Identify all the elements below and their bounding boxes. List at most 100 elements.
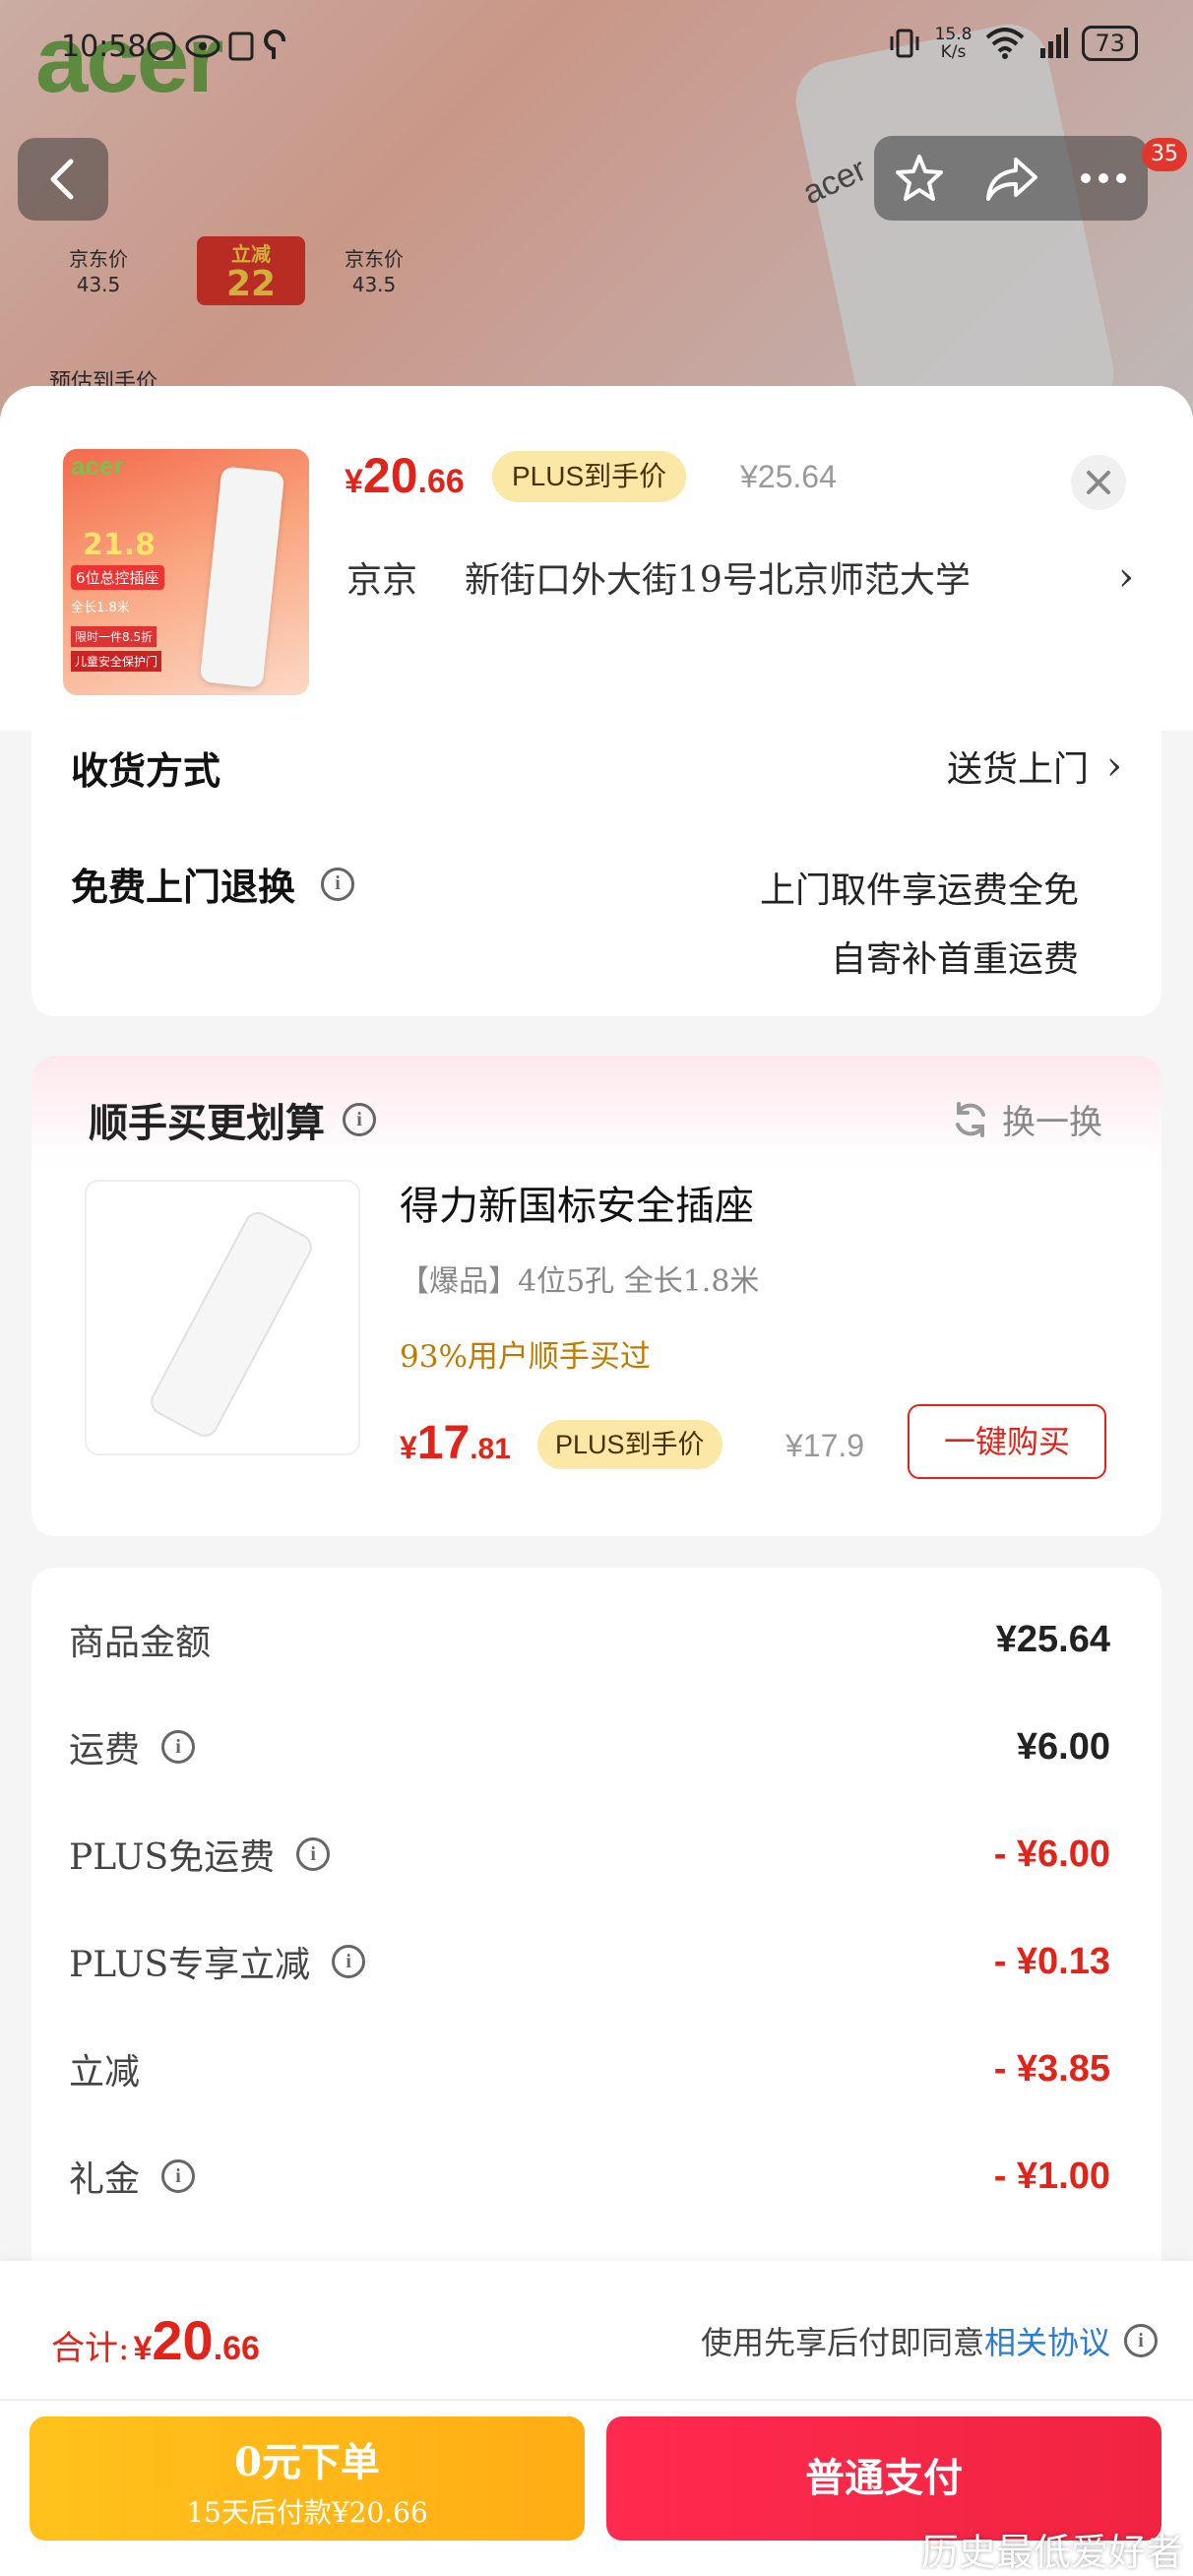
- agreement-link[interactable]: 相关协议: [984, 2324, 1110, 2361]
- rec-price-decimal: .81: [470, 1433, 511, 1465]
- total-currency: ¥: [133, 2330, 153, 2367]
- notification-icons: [147, 30, 286, 61]
- fee-row-plus-discount: PLUS专享立减 i - ¥0.13: [69, 1927, 1110, 1996]
- fee-label-text: 礼金: [69, 2159, 141, 2200]
- free-return-value-1: 上门取件享运费全免: [759, 870, 1079, 911]
- back-button[interactable]: [18, 138, 108, 221]
- fee-label-text: 商品金额: [69, 1623, 212, 1663]
- recommend-product-name[interactable]: 得力新国标安全插座: [400, 1174, 754, 1231]
- recommend-buyers-rate: 93%用户顺手买过: [400, 1339, 651, 1375]
- price-currency: ¥: [345, 463, 363, 500]
- delivery-method-selector[interactable]: 送货上门 ›: [947, 741, 1122, 792]
- swap-button[interactable]: 换一换: [951, 1095, 1102, 1143]
- pay-later-title: 0元下单: [234, 2439, 380, 2485]
- total-decimal: .66: [213, 2330, 260, 2367]
- chevron-right-icon: ›: [1106, 743, 1122, 789]
- price-integer: 20: [362, 448, 418, 503]
- info-icon[interactable]: i: [296, 1837, 331, 1871]
- fee-row-goods-amount: 商品金额 ¥25.64: [69, 1605, 1110, 1674]
- fee-label-text: PLUS免运费: [69, 1837, 276, 1878]
- fee-value: - ¥6.00: [993, 1833, 1110, 1875]
- swap-label: 换一换: [1002, 1103, 1102, 1142]
- recommend-price: ¥17.81: [400, 1416, 511, 1470]
- pay-later-button[interactable]: 0元下单 15天后付款¥20.66: [30, 2416, 585, 2541]
- product-price: ¥20.66: [345, 447, 465, 504]
- fee-row-instant-discount: 立减 - ¥3.85: [69, 2034, 1110, 2103]
- network-speed-unit: K/s: [940, 42, 967, 62]
- free-return-label: 免费上门退换: [71, 865, 296, 909]
- rec-power-strip: [146, 1207, 317, 1442]
- address-selector[interactable]: 京京 新街口外大街19号北京师范大学 ›: [346, 551, 1134, 603]
- refresh-icon: [956, 1101, 985, 1137]
- status-app-icons: [146, 30, 293, 70]
- fee-label: 运费 i: [69, 1721, 196, 1772]
- receiver-name: 京京: [346, 560, 418, 601]
- fee-row-plus-free-shipping: PLUS免运费 i - ¥6.00: [69, 1820, 1110, 1889]
- close-icon: [1087, 471, 1110, 494]
- rec-plus-price-tag: PLUS到手价: [537, 1420, 722, 1469]
- message-badge: 35: [1142, 138, 1187, 171]
- free-return-value-2: 自寄补首重运费: [830, 939, 1079, 980]
- fee-label: PLUS免运费 i: [69, 1829, 331, 1880]
- one-click-buy-button[interactable]: 一键购买: [908, 1404, 1106, 1479]
- rec-original-price: ¥17.9: [785, 1428, 865, 1463]
- fee-label: 立减: [69, 2043, 140, 2094]
- info-icon[interactable]: i: [332, 1945, 366, 1978]
- total-integer: 20: [152, 2309, 214, 2371]
- sheet-header: acer 21.8 6位总控插座 全长1.8米 限时一件8.5折 儿童安全保护门…: [0, 386, 1193, 731]
- recommend-title: 顺手买更划算: [89, 1101, 325, 1146]
- thumb-brand: acer: [71, 451, 124, 481]
- fee-label-text: 立减: [69, 2052, 141, 2093]
- wifi-icon: [986, 28, 1025, 59]
- delivery-method-value: 送货上门: [946, 749, 1089, 790]
- share-icon[interactable]: [984, 154, 1039, 203]
- fee-label: 商品金额: [69, 1614, 211, 1665]
- pay-later-subtitle: 15天后付款¥20.66: [186, 2496, 428, 2529]
- thumb-line4: 儿童安全保护门: [71, 651, 162, 672]
- status-time: 10:58: [61, 30, 147, 64]
- delivery-method-label: 收货方式: [71, 748, 221, 793]
- info-icon[interactable]: i: [161, 1730, 196, 1764]
- recommend-product-image[interactable]: [85, 1180, 360, 1455]
- recommend-product-spec: 【爆品】4位5孔 全长1.8米: [400, 1264, 760, 1299]
- watermark: 历史最低爱好者: [920, 2531, 1183, 2574]
- vibrate-icon: [890, 29, 919, 58]
- plus-price-tag: PLUS到手价: [492, 451, 687, 502]
- fee-row-shipping: 运费 i ¥6.00: [69, 1712, 1110, 1781]
- rec-price-currency: ¥: [400, 1430, 417, 1465]
- total-amount: 合计: ¥20.66: [51, 2308, 260, 2372]
- fee-label-text: PLUS专享立减: [69, 1945, 311, 1985]
- top-actions: [874, 136, 1148, 221]
- product-thumbnail: acer 21.8 6位总控插座 全长1.8米 限时一件8.5折 儿童安全保护门: [63, 449, 309, 695]
- fee-label: 礼金 i: [69, 2151, 196, 2202]
- thumb-line2: 全长1.8米: [71, 601, 130, 615]
- price-decimal: .66: [417, 463, 465, 500]
- recommend-title-row: 顺手买更划算 i: [89, 1091, 376, 1148]
- fee-value: - ¥1.00: [993, 2155, 1110, 2197]
- star-icon[interactable]: [894, 153, 945, 204]
- fee-label: PLUS专享立减 i: [69, 1936, 366, 1987]
- fee-label-text: 运费: [69, 1730, 141, 1771]
- delivery-card: 收货方式 送货上门 › 免费上门退换 i 上门取件享运费全免 自寄补首重运费: [31, 731, 1162, 1016]
- info-icon[interactable]: i: [321, 867, 355, 901]
- checkout-page: acer acer 京东价 43.5 立减 22 京东价 43.5 预估到手价 …: [0, 0, 1193, 2576]
- back-icon: [50, 159, 74, 200]
- free-return-values: 上门取件享运费全免 自寄补首重运费: [760, 857, 1079, 995]
- bottom-action-bar: 合计: ¥20.66 使用先享后付即同意相关协议 i 0元下单 15天后付款¥2…: [0, 2261, 1193, 2576]
- close-button[interactable]: [1071, 455, 1126, 510]
- checkout-sheet: acer 21.8 6位总控插座 全长1.8米 限时一件8.5折 儿童安全保护门…: [0, 386, 1193, 2576]
- free-return-row: 免费上门退换 i: [71, 857, 355, 911]
- fee-value: ¥6.00: [1016, 1725, 1110, 1768]
- more-icon[interactable]: [1079, 171, 1128, 185]
- info-icon[interactable]: i: [161, 2159, 196, 2193]
- rec-price-integer: 17: [416, 1417, 471, 1469]
- fee-value: ¥25.64: [995, 1618, 1110, 1660]
- fee-row-gift-money: 礼金 i - ¥1.00: [69, 2142, 1110, 2211]
- info-icon[interactable]: i: [1124, 2324, 1158, 2357]
- divider: [0, 2399, 1193, 2401]
- info-icon[interactable]: i: [343, 1103, 376, 1136]
- thumb-line3: 限时一件8.5折: [71, 626, 157, 647]
- chevron-right-icon: ›: [1118, 554, 1134, 600]
- network-speed: 15.8 K/s: [935, 26, 973, 61]
- fee-value: - ¥3.85: [993, 2047, 1110, 2090]
